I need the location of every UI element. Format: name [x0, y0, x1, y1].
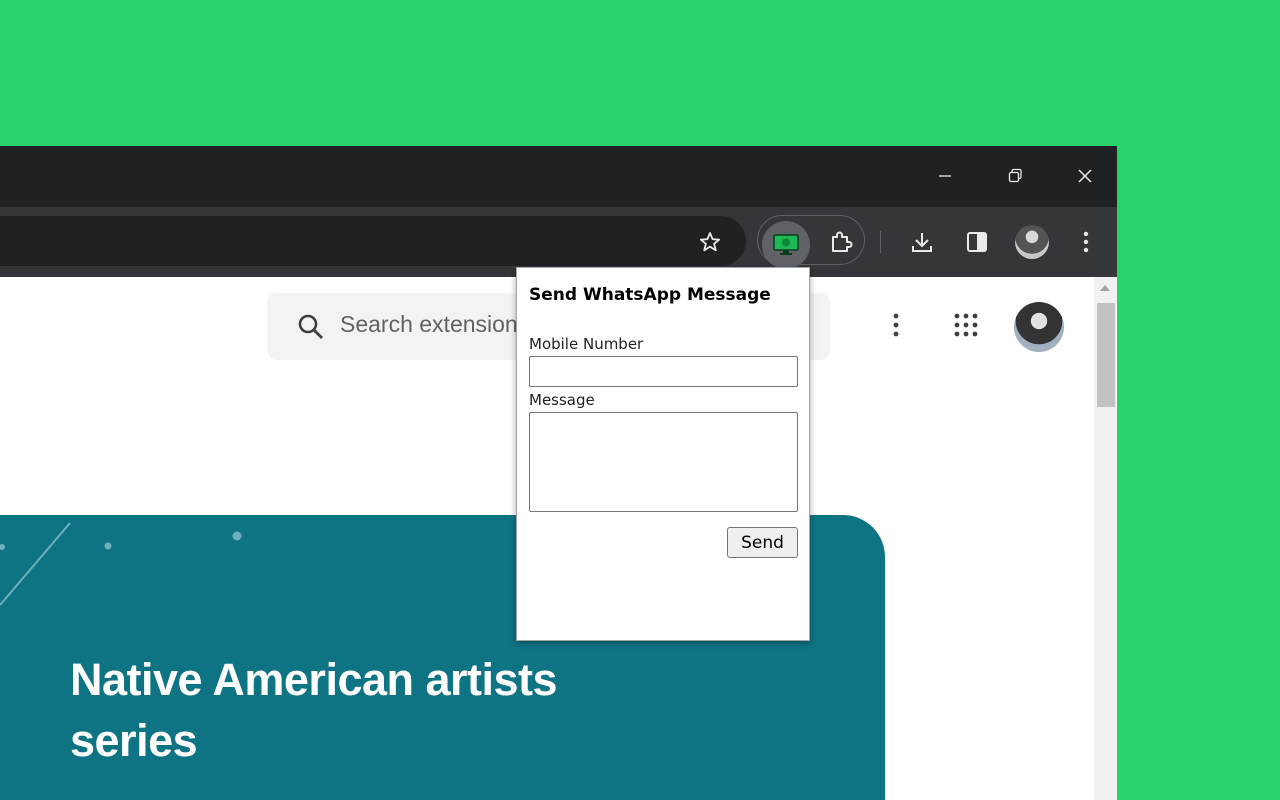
- more-vert-icon: [893, 313, 899, 337]
- message-label: Message: [529, 391, 595, 409]
- download-icon: [912, 233, 932, 252]
- kebab-menu-icon: [1083, 231, 1089, 253]
- downloads-button[interactable]: [902, 222, 942, 262]
- whatsapp-extension-button[interactable]: [762, 221, 810, 269]
- apps-grid-icon: [954, 313, 978, 337]
- close-button[interactable]: [1062, 158, 1108, 194]
- side-panel-button[interactable]: [957, 222, 997, 262]
- search-icon: [298, 314, 323, 339]
- star-icon: [699, 232, 721, 252]
- page-more-button[interactable]: [876, 305, 916, 345]
- account-avatar[interactable]: [1014, 302, 1064, 352]
- toolbar-separator: [880, 231, 881, 253]
- extension-popup: Send WhatsApp Message Mobile Number Mess…: [516, 267, 810, 641]
- title-bar: [0, 146, 1117, 207]
- google-apps-button[interactable]: [946, 305, 986, 345]
- scroll-thumb[interactable]: [1097, 303, 1115, 407]
- extensions-menu-button[interactable]: [821, 222, 861, 262]
- side-panel-icon: [967, 232, 987, 252]
- chrome-menu-button[interactable]: [1066, 222, 1106, 262]
- banner-title: Native American artists series: [70, 654, 558, 766]
- restore-icon: [1008, 168, 1022, 183]
- message-textarea[interactable]: [529, 412, 798, 512]
- popup-title: Send WhatsApp Message: [529, 285, 771, 305]
- banner-decoration: [0, 522, 242, 606]
- minimize-icon: [939, 175, 951, 177]
- restore-button[interactable]: [992, 158, 1038, 194]
- minimize-button[interactable]: [922, 158, 968, 194]
- address-bar[interactable]: [0, 216, 746, 266]
- mobile-number-label: Mobile Number: [529, 335, 644, 353]
- close-icon: [1078, 169, 1092, 183]
- send-button[interactable]: Send: [727, 527, 798, 558]
- whatsapp-sender-extension-icon: [773, 234, 799, 255]
- bookmark-button[interactable]: [690, 222, 730, 262]
- scroll-up-arrow-icon[interactable]: [1100, 285, 1110, 291]
- puzzle-piece-icon: [832, 231, 853, 252]
- profile-avatar[interactable]: [1015, 225, 1049, 259]
- mobile-number-input[interactable]: [529, 356, 798, 387]
- search-input-placeholder[interactable]: Search extensions: [340, 311, 516, 338]
